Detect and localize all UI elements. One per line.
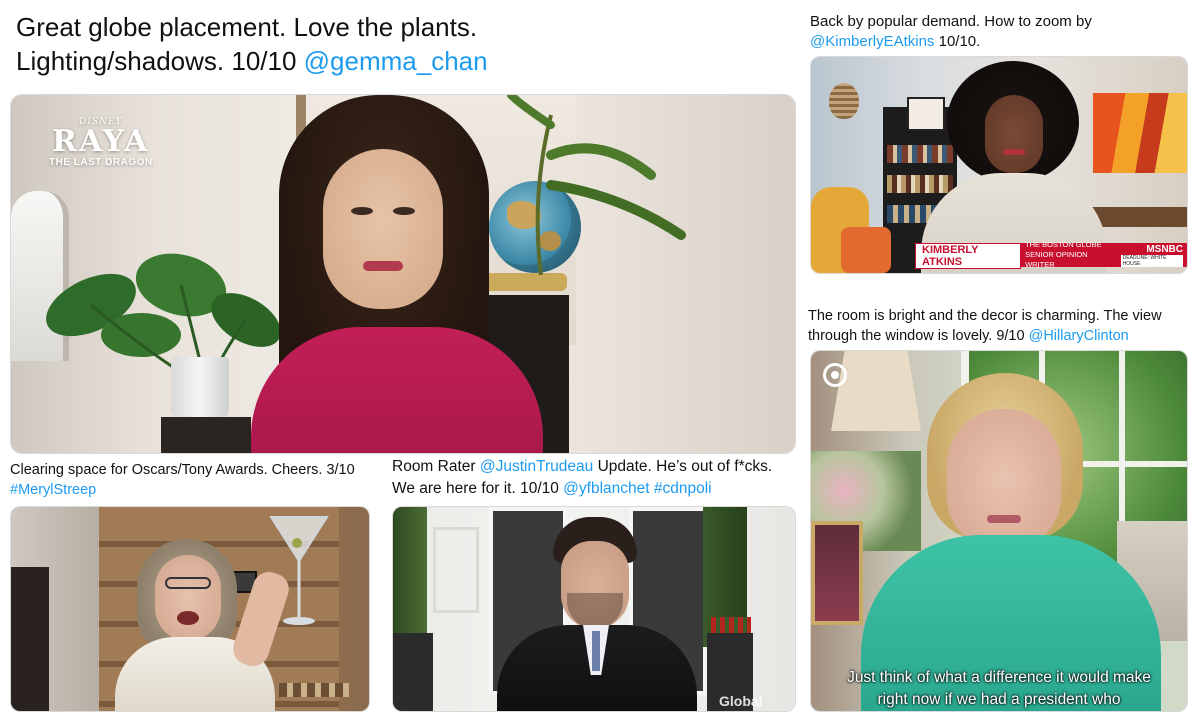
video-frame-gemma[interactable]: DISNEY RAYA THE LAST DRAGON — [10, 94, 796, 454]
show-ticker: DEADLINE: WHITE HOUSE — [1120, 254, 1183, 267]
tweet-caption-kimberly: Back by popular demand. How to zoom by @… — [810, 12, 1092, 52]
video-frame-kimberly[interactable]: KIMBERLY ATKINS THE BOSTON GLOBE SENIOR … — [810, 56, 1188, 274]
tweet-text-line2: through the window is lovely. 9/10 — [808, 328, 1029, 344]
lamp-shade — [831, 351, 921, 431]
video-frame-meryl[interactable] — [10, 506, 370, 712]
globe-stand — [481, 273, 567, 291]
tv-chyron: KIMBERLY ATKINS THE BOSTON GLOBE SENIOR … — [915, 240, 1187, 273]
desk — [1091, 207, 1187, 227]
tweet-text-line2: Lighting/shadows. 10/10 — [16, 46, 304, 76]
video-subtitles: Just think of what a difference it would… — [811, 667, 1187, 711]
mention-link-yfblanchet[interactable]: @yfblanchet — [563, 480, 649, 497]
person-gemma-face — [323, 149, 443, 309]
martini-glass-icon — [267, 513, 331, 633]
tweet-text-line2: We are here for it. 10/10 — [392, 480, 564, 497]
wall-frame — [907, 97, 945, 131]
video-frame-hillary[interactable]: Just think of what a difference it would… — [810, 350, 1188, 712]
network-watermark: Global — [719, 693, 763, 709]
table-items — [279, 683, 349, 697]
door-panel-left — [433, 527, 479, 613]
tweet-text: Back by popular demand. How to zoom by — [810, 13, 1092, 30]
person-hillary-face — [947, 409, 1061, 549]
hashtag-link-cdnpoli[interactable]: #cdnpoli — [654, 480, 712, 497]
person-meryl-face — [155, 555, 221, 641]
palm-plant — [481, 95, 721, 275]
network-logo: MSNBC — [1146, 243, 1183, 255]
network-logo-block: MSNBC DEADLINE: WHITE HOUSE — [1116, 243, 1187, 267]
logo-subtitle: THE LAST DRAGON — [49, 157, 153, 168]
pendant-lamp — [829, 83, 859, 119]
chyron-name: KIMBERLY ATKINS — [915, 243, 1022, 269]
logo-title: RAYA — [52, 124, 150, 159]
side-table — [161, 417, 251, 453]
tweet-text-line1: Great globe placement. Love the plants. — [16, 12, 478, 42]
tweet-text: Clearing space for Oscars/Tony Awards. C… — [10, 462, 355, 478]
cbs-eye-icon — [823, 363, 847, 387]
tweet-text-prefix: Room Rater — [392, 458, 480, 475]
raya-logo: DISNEY RAYA THE LAST DRAGON — [49, 117, 153, 168]
white-plant-pot — [171, 357, 229, 419]
tweet-text-line1: The room is bright and the decor is char… — [808, 308, 1162, 324]
abstract-painting — [1093, 93, 1187, 173]
tweet-caption-gemma: Great globe placement. Love the plants. … — [16, 10, 488, 78]
tweet-text-suffix: Update. He’s out of f*cks. — [593, 458, 773, 475]
red-berries — [711, 617, 751, 633]
tweet-caption-trudeau: Room Rater @JustinTrudeau Update. He’s o… — [392, 456, 772, 500]
chyron-outlet-block: THE BOSTON GLOBE SENIOR OPINION WRITER — [1021, 240, 1117, 269]
person-trudeau-face — [561, 541, 629, 629]
person-kimberly-face — [985, 95, 1043, 173]
mention-link-gemma-chan[interactable]: @gemma_chan — [304, 46, 488, 76]
dark-doorway — [11, 567, 49, 711]
video-frame-trudeau[interactable]: Global — [392, 506, 796, 712]
subtitle-line1: Just think of what a difference it would… — [847, 669, 1151, 686]
hashtag-link-meryl[interactable]: #MerylStreep — [10, 480, 355, 500]
orange-pillow — [841, 227, 891, 273]
mention-link-hillary[interactable]: @HillaryClinton — [1029, 328, 1129, 344]
subtitle-line2: right now if we had a president who — [877, 691, 1121, 708]
chyron-outlet: THE BOSTON GLOBE — [1025, 240, 1102, 249]
mention-link-kimberly[interactable]: @KimberlyEAtkins — [810, 33, 934, 50]
chyron-role: SENIOR OPINION WRITER — [1025, 250, 1088, 269]
picture-frame — [811, 521, 863, 625]
planter-left — [393, 633, 433, 711]
monstera-plant — [31, 235, 291, 435]
mention-link-justintrudeau[interactable]: @JustinTrudeau — [480, 458, 593, 475]
tweet-rating: 10/10. — [934, 33, 981, 50]
tweet-caption-meryl: Clearing space for Oscars/Tony Awards. C… — [10, 460, 355, 500]
tweet-caption-hillary: The room is bright and the decor is char… — [808, 306, 1162, 346]
